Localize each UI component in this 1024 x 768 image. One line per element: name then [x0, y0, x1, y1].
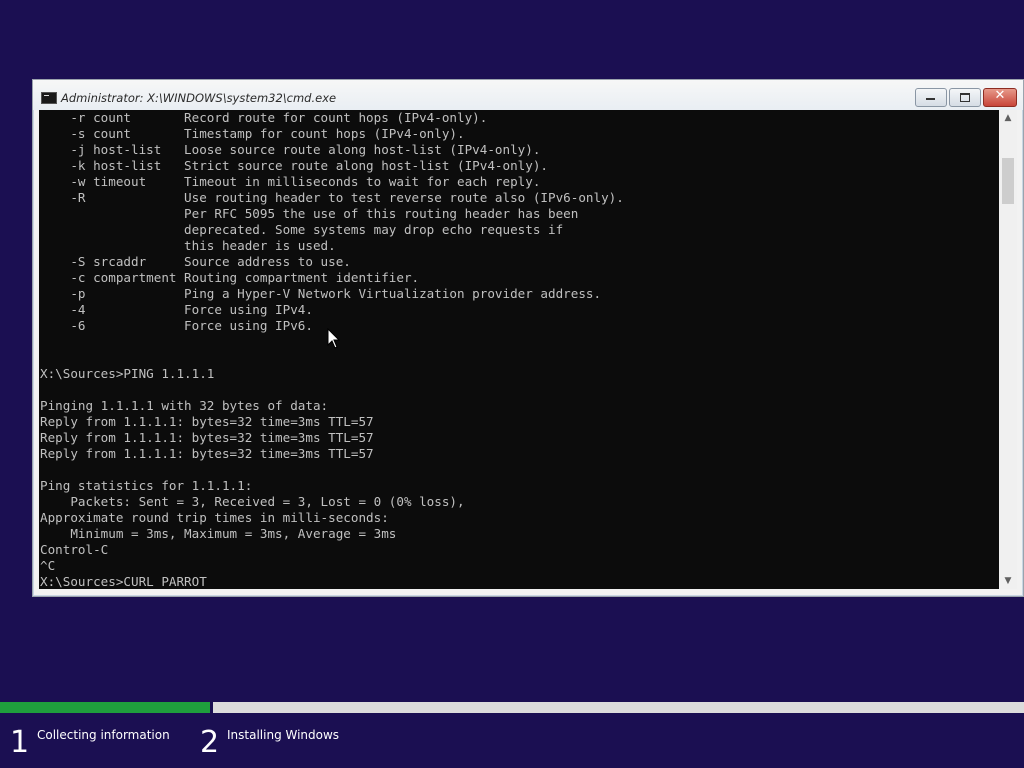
- console-line: Reply from 1.1.1.1: bytes=32 time=3ms TT…: [40, 446, 374, 461]
- step-label: Collecting information: [37, 728, 170, 742]
- console-line: -S srcaddr Source address to use.: [40, 254, 351, 269]
- progress-fill: [0, 702, 210, 713]
- mouse-pointer-icon: [327, 328, 341, 349]
- console-line: ^C: [40, 558, 56, 573]
- console-line: Per RFC 5095 the use of this routing hea…: [40, 206, 579, 221]
- console-line: -p Ping a Hyper-V Network Virtualization…: [40, 286, 602, 301]
- scroll-down-icon[interactable]: ▼: [999, 573, 1017, 589]
- console-line: Ping statistics for 1.1.1.1:: [40, 478, 253, 493]
- setup-progress-bar: [0, 702, 1024, 713]
- console-line: Approximate round trip times in milli-se…: [40, 510, 389, 525]
- console-line: -4 Force using IPv4.: [40, 302, 313, 317]
- console-line: Packets: Sent = 3, Received = 3, Lost = …: [40, 494, 465, 509]
- console-line: -w timeout Timeout in milliseconds to wa…: [40, 174, 541, 189]
- close-button[interactable]: ✕: [983, 88, 1017, 107]
- step-number: 2: [200, 725, 220, 760]
- console-output[interactable]: -r count Record route for count hops (IP…: [39, 110, 999, 589]
- minimize-button[interactable]: [915, 88, 947, 107]
- console-line: -6 Force using IPv6.: [40, 318, 313, 333]
- console-line: -c compartment Routing compartment ident…: [40, 270, 420, 285]
- step-number: 1: [10, 725, 30, 760]
- minimize-icon: [926, 98, 935, 100]
- console-line: Reply from 1.1.1.1: bytes=32 time=3ms TT…: [40, 430, 374, 445]
- console-line: X:\Sources>CURL PARROT: [40, 574, 207, 589]
- console-line: -j host-list Loose source route along ho…: [40, 142, 541, 157]
- progress-divider: [209, 702, 213, 713]
- vertical-scrollbar[interactable]: ▲ ▼: [999, 110, 1017, 589]
- maximize-button[interactable]: [949, 88, 981, 107]
- console-line: Reply from 1.1.1.1: bytes=32 time=3ms TT…: [40, 414, 374, 429]
- console-line: -s count Timestamp for count hops (IPv4-…: [40, 126, 465, 141]
- console-text: -r count Record route for count hops (IP…: [39, 110, 999, 589]
- console-line: X:\Sources>PING 1.1.1.1: [40, 366, 215, 381]
- scroll-up-icon[interactable]: ▲: [999, 110, 1017, 126]
- console-line: -R Use routing header to test reverse ro…: [40, 190, 624, 205]
- console-line: this header is used.: [40, 238, 336, 253]
- window-controls: ✕: [913, 88, 1017, 107]
- cmd-window[interactable]: Administrator: X:\WINDOWS\system32\cmd.e…: [32, 79, 1024, 597]
- scroll-thumb[interactable]: [1002, 158, 1014, 204]
- window-title: Administrator: X:\WINDOWS\system32\cmd.e…: [61, 91, 337, 105]
- cmd-app-icon: [41, 92, 57, 104]
- console-line: deprecated. Some systems may drop echo r…: [40, 222, 564, 237]
- maximize-icon: [960, 93, 970, 102]
- console-line: -r count Record route for count hops (IP…: [40, 110, 488, 125]
- console-line: Pinging 1.1.1.1 with 32 bytes of data:: [40, 398, 329, 413]
- close-icon: ✕: [994, 88, 1006, 103]
- window-titlebar[interactable]: Administrator: X:\WINDOWS\system32\cmd.e…: [33, 80, 1023, 110]
- console-line: Control-C: [40, 542, 109, 557]
- console-line: -k host-list Strict source route along h…: [40, 158, 548, 173]
- console-line: Minimum = 3ms, Maximum = 3ms, Average = …: [40, 526, 397, 541]
- step-label: Installing Windows: [227, 728, 340, 742]
